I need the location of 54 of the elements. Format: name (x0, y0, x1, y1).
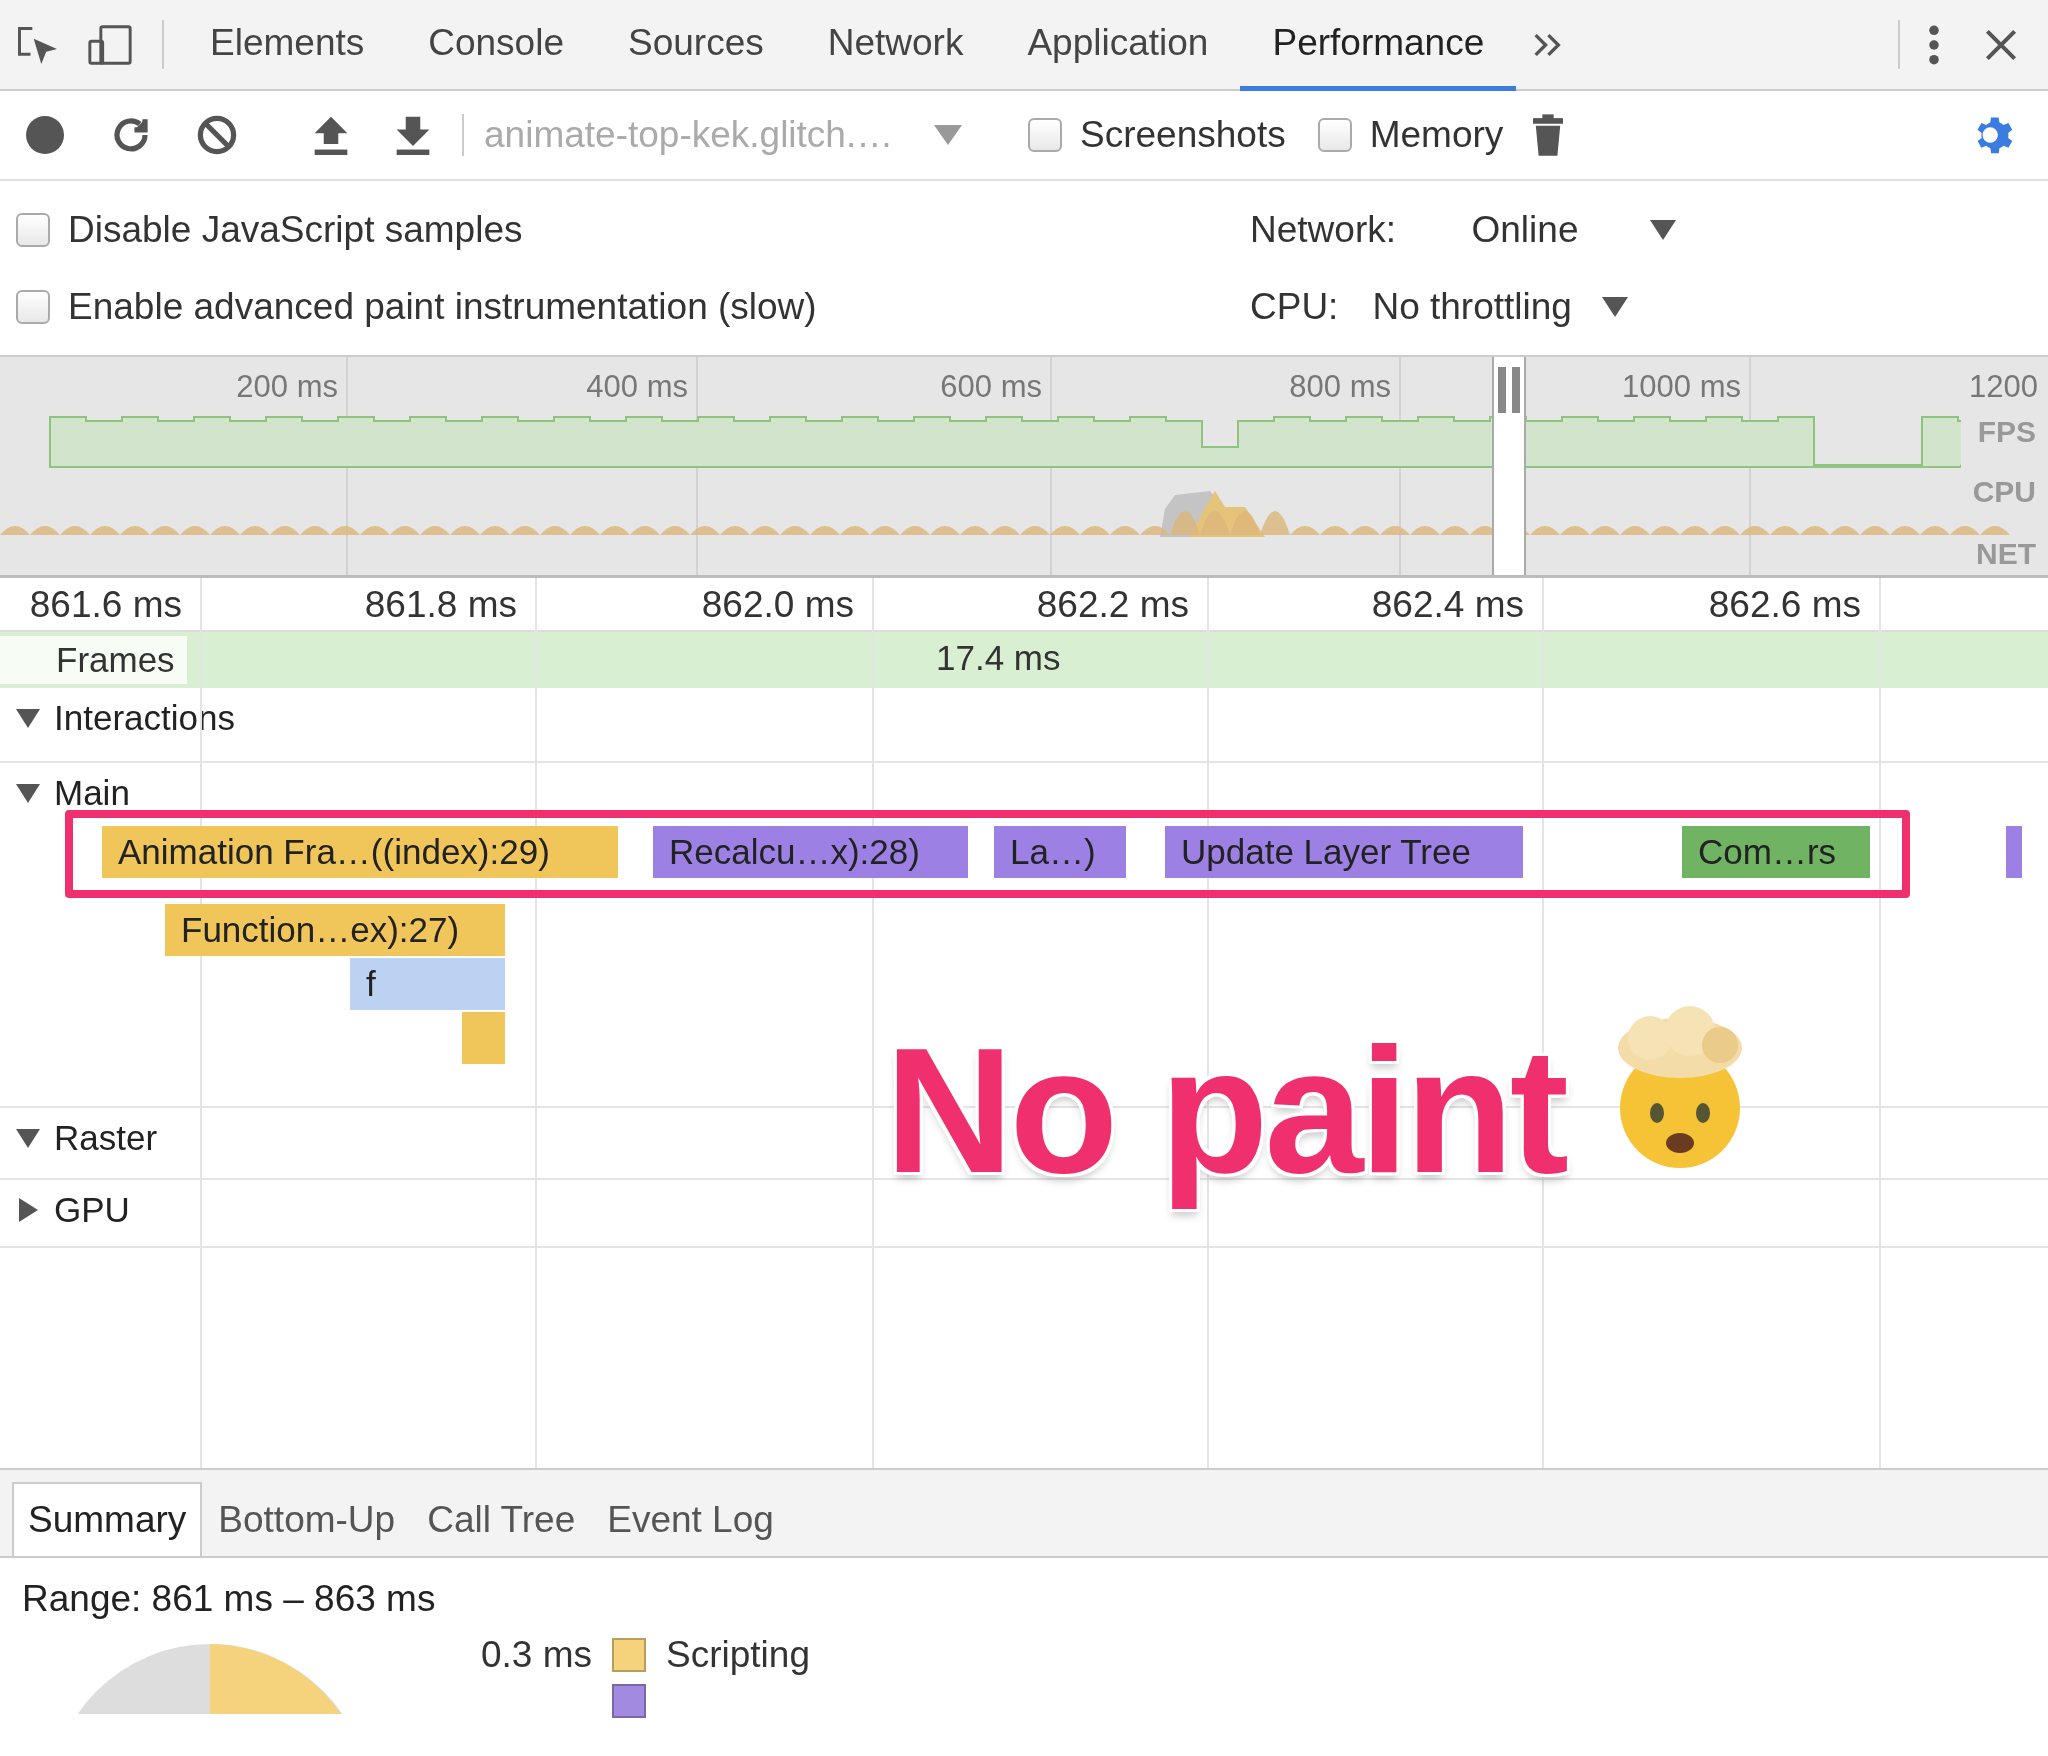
checkbox-option[interactable]: Disable JavaScript samples (0, 208, 1250, 251)
time-tick: 200 ms (236, 369, 338, 405)
panel-tab[interactable]: Performance (1240, 0, 1517, 91)
checkbox-option[interactable]: Screenshots (1012, 114, 1302, 156)
select-label: Network: (1250, 208, 1396, 251)
caret-icon (1650, 218, 1676, 241)
panel-tab[interactable]: Application (995, 0, 1241, 91)
track-toggle[interactable]: Raster (0, 1118, 158, 1158)
time-tick: 1200 (1969, 369, 2038, 405)
checkbox-option[interactable]: Enable advanced paint instrumentation (slow) (0, 285, 1250, 328)
panel-tab[interactable]: Sources (596, 0, 796, 91)
select-label: CPU: (1250, 285, 1339, 328)
time-tick: 862.4 ms (1371, 584, 1524, 626)
event-bar[interactable]: Com…rs (1682, 826, 1870, 878)
time-tick: 861.6 ms (29, 584, 182, 626)
details-tab[interactable]: Summary (12, 1482, 203, 1556)
event-bar[interactable]: Recalcu…x):28) (653, 826, 968, 878)
caret-icon (1601, 295, 1628, 318)
checkbox-option[interactable]: Memory (1301, 114, 1520, 156)
panel-tab[interactable]: Console (396, 0, 596, 91)
time-tick: 800 ms (1289, 369, 1391, 405)
panel-tab[interactable]: Network (795, 0, 996, 91)
time-tick: 600 ms (940, 369, 1042, 405)
track-toggle[interactable]: Interactions (0, 698, 235, 738)
annotation-text: No paint (885, 1010, 1565, 1212)
lane-label: FPS (1977, 415, 2036, 449)
event-bar[interactable]: f (350, 958, 505, 1010)
time-tick: 1000 ms (1622, 369, 1741, 405)
range-text: Range: 861 ms – 863 ms (21, 1577, 437, 1621)
details-tab[interactable]: Call Tree (411, 1482, 592, 1556)
dropdown-caret-icon[interactable] (934, 123, 962, 147)
panel-tab[interactable]: Elements (178, 0, 397, 91)
time-tick: 861.8 ms (364, 584, 517, 626)
lane-label: CPU (1972, 475, 2036, 509)
details-tab[interactable]: Bottom-Up (202, 1482, 412, 1556)
event-bar[interactable]: Function…ex):27) (165, 904, 505, 956)
event-bar[interactable]: La…) (994, 826, 1126, 878)
time-tick: 862.0 ms (701, 584, 854, 626)
track-toggle[interactable]: GPU (0, 1190, 130, 1230)
track-toggle[interactable]: Main (0, 773, 130, 813)
track-label: Frames (0, 636, 187, 684)
legend-value: 0.3 ms (479, 1634, 592, 1676)
time-tick: 862.2 ms (1036, 584, 1189, 626)
details-tab[interactable]: Event Log (591, 1482, 790, 1556)
selection-range[interactable] (1492, 357, 1526, 575)
lane-label: NET (1976, 537, 2036, 571)
time-tick: 862.6 ms (1708, 584, 1861, 626)
throttling-select[interactable]: No throttling (1372, 285, 1628, 328)
frame-duration: 17.4 ms (936, 638, 1061, 678)
throttling-select[interactable]: Online (1430, 208, 1676, 251)
event-bar[interactable]: Animation Fra…((index):29) (102, 826, 618, 878)
time-tick: 400 ms (586, 369, 688, 405)
event-bar[interactable]: Update Layer Tree (1165, 826, 1523, 878)
legend-label: Scripting (666, 1634, 810, 1676)
